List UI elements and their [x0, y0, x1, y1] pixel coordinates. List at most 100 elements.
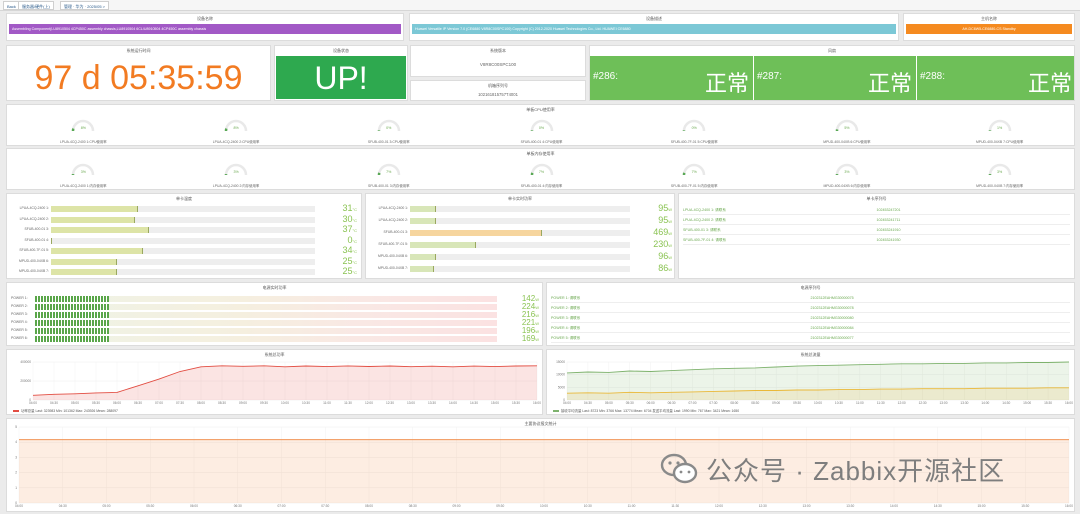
- power-value: 96W: [632, 252, 672, 262]
- x-tick-label: 12:30: [919, 401, 927, 405]
- panel-title: 单板内存使用率: [526, 151, 555, 156]
- x-tick-label: 04:00: [563, 401, 571, 405]
- x-tick-label: 11:00: [628, 504, 636, 508]
- x-tick-label: 06:00: [190, 504, 198, 508]
- temp-value: 37°C: [317, 225, 357, 235]
- cpu-gauge-dial: [377, 119, 401, 132]
- x-tick-label: 14:30: [1002, 401, 1010, 405]
- psu-number: 169: [521, 334, 536, 343]
- fan-286-tile: #286: 正常: [590, 56, 753, 100]
- power-number: 96: [658, 251, 669, 261]
- y-tick-label: 10000: [556, 373, 565, 377]
- power-label: MPUD-400-04XB 7:: [378, 266, 408, 270]
- panel-version: 系统版本 V8R8C00SPC100: [410, 45, 586, 77]
- temp-number: 30: [342, 213, 353, 224]
- y-tick-label: 1: [15, 486, 17, 490]
- x-tick-label: 10:30: [302, 401, 310, 405]
- psu-row: POWER 3: 216W: [9, 310, 542, 319]
- temp-label: LPUA-4CQ-2400 1:: [19, 206, 49, 210]
- y-tick-label: 15000: [556, 360, 565, 364]
- x-tick-label: 10:30: [835, 401, 843, 405]
- temp-unit: °C: [352, 217, 358, 223]
- card_serial-name: LPUA-4CQ-2400 2: 请联系: [683, 218, 726, 222]
- x-tick-label: 13:30: [846, 504, 854, 508]
- cpu-gauge-label: SFUB-400-01 4:CPU使用率: [520, 140, 563, 144]
- device-desc-value: Huawei Versatile IP Version 7.0 (CE6880 …: [412, 24, 896, 34]
- temp-value: 30°C: [317, 213, 358, 225]
- psu_serial-name: POWER 4: 请联系: [551, 326, 581, 330]
- psu-value: 169W: [501, 334, 539, 344]
- temp-label: SFUB-400-7F-01 5:: [19, 248, 49, 252]
- psu-fill: [35, 328, 109, 334]
- panel-temperature: 单卡温度 LPUA-4CQ-2400 1: 31°C LPUA-4CQ-2400 2…: [6, 193, 362, 279]
- panel-title: 电源实时功率: [262, 285, 287, 290]
- panel-title: 系统运行时间: [126, 48, 151, 53]
- x-tick-label: 10:00: [281, 401, 289, 405]
- power-number: 95: [658, 215, 669, 225]
- cpu-gauge-dial: [224, 119, 248, 132]
- cpu-gauge-value: 8%: [233, 126, 239, 130]
- cpu-gauge-value: 1%: [997, 126, 1003, 130]
- mem-gauge-label: MPUD-400-04XB 6:内存使用率: [823, 184, 871, 188]
- uptime-value: 97 d 05:35:59: [34, 59, 243, 97]
- power-number: 469: [653, 227, 669, 237]
- psu-label: POWER 6:: [11, 336, 28, 340]
- cpu-gauge: 8% LPUA-4CQ-2400 2:CPU使用率: [186, 117, 286, 145]
- psu-label: POWER 2:: [11, 304, 28, 308]
- y-tick-label: 3: [15, 455, 17, 459]
- power-unit: W: [668, 207, 672, 212]
- total-traffic-chart: 05000100001500004:00 04:30 05:00 05:30 06:00…: [556, 360, 1073, 405]
- psu-label: POWER 5:: [11, 328, 28, 332]
- x-tick-label: 11:30: [877, 401, 885, 405]
- x-tick-label: 04:00: [15, 504, 23, 508]
- panel-title: 单板CPU使用率: [526, 107, 555, 112]
- x-tick-label: 08:00: [197, 401, 205, 405]
- fan-288-tile: #288: 正常: [917, 56, 1074, 100]
- fan-288-state: 正常: [1027, 71, 1072, 96]
- mem-gauge-value: 3%: [233, 170, 239, 174]
- psu-fill: [35, 336, 109, 342]
- temp-label: MPUD-400-04XB 7:: [19, 269, 49, 273]
- x-tick-label: 12:30: [759, 504, 767, 508]
- psu-row: POWER 4: 221W: [9, 318, 542, 327]
- panel-uptime: 系统运行时间 97 d 05:35:59: [6, 45, 271, 101]
- psu_serial-sn: 2102312EAHMG30000078: [810, 306, 854, 310]
- panel-cpu: 单板CPU使用率 8% LPUA-4CQ-2400 1:CPU使用率 8% LPUA-…: [6, 104, 1075, 146]
- card_serial-sn: 102453241910: [876, 228, 901, 232]
- x-tick-label: 09:00: [772, 401, 780, 405]
- mem-gauge-value: 7%: [538, 170, 545, 174]
- power-fill: [410, 242, 476, 248]
- cpu-gauge: 5% MPUD-400-04XB 6:CPU使用率: [797, 117, 897, 145]
- version-value: V8R8C00SPC100: [479, 62, 517, 67]
- psu-track: [35, 304, 497, 310]
- x-tick-label: 04:00: [29, 401, 37, 405]
- x-tick-label: 15:30: [1021, 504, 1029, 508]
- y-tick-label: 4: [15, 440, 17, 444]
- x-tick-label: 14:00: [449, 401, 457, 405]
- x-tick-label: 05:30: [146, 504, 154, 508]
- x-tick-label: 15:00: [978, 504, 986, 508]
- x-tick-label: 14:30: [934, 504, 942, 508]
- mem-gauge: 3% LPUA-4CQ-2400 1:内存使用率: [33, 161, 133, 189]
- panel-title: 设备描述: [646, 16, 662, 21]
- total-power-chart: 020000040000004:00 04:30 05:00 05:30 06:00 06…: [20, 360, 541, 405]
- cpu-gauge-label: LPUA-4CQ-2400 2:CPU使用率: [212, 140, 260, 144]
- x-tick-label: 16:00: [1065, 401, 1073, 405]
- psu_serial-sn: 2102312EAHMG30000077: [810, 336, 854, 340]
- psu_serial-row: POWER 4: 请联系 2102312EAHMG30000084: [551, 324, 1070, 333]
- power-label: SFUB-400-01 3:: [383, 230, 409, 234]
- psu-row: POWER 1: 142W: [9, 294, 542, 303]
- mem-gauge: 7% SFUB-400-01 4:内存使用率: [492, 161, 592, 189]
- panel-device-name: 设备名称 Assembling Component(LU8910504 4CP4…: [6, 13, 404, 41]
- mem-gauge: 3% MPUD-400-04XB 7:内存使用率: [950, 161, 1050, 189]
- panel-card-power: 单卡实时功率 LPUA-4CQ-2400 1: 95W LPUA-4CQ-2400 …: [365, 193, 675, 279]
- psu-track: [35, 328, 497, 334]
- tab-dashboard[interactable]: 服务器/硬件(上): [18, 1, 54, 10]
- x-tick-label: 11:00: [856, 401, 864, 405]
- tab-range[interactable]: 管理 · 华为 · 2025/05 >: [60, 1, 110, 10]
- panel-title: 单卡温度: [176, 196, 192, 201]
- panel-fans: 风扇 #286: 正常 #287: 正常 #288: 正常: [589, 45, 1075, 101]
- temp-unit: °C: [352, 259, 358, 265]
- mem-gauge-value: 3%: [997, 170, 1003, 174]
- x-tick-label: 09:00: [453, 504, 461, 508]
